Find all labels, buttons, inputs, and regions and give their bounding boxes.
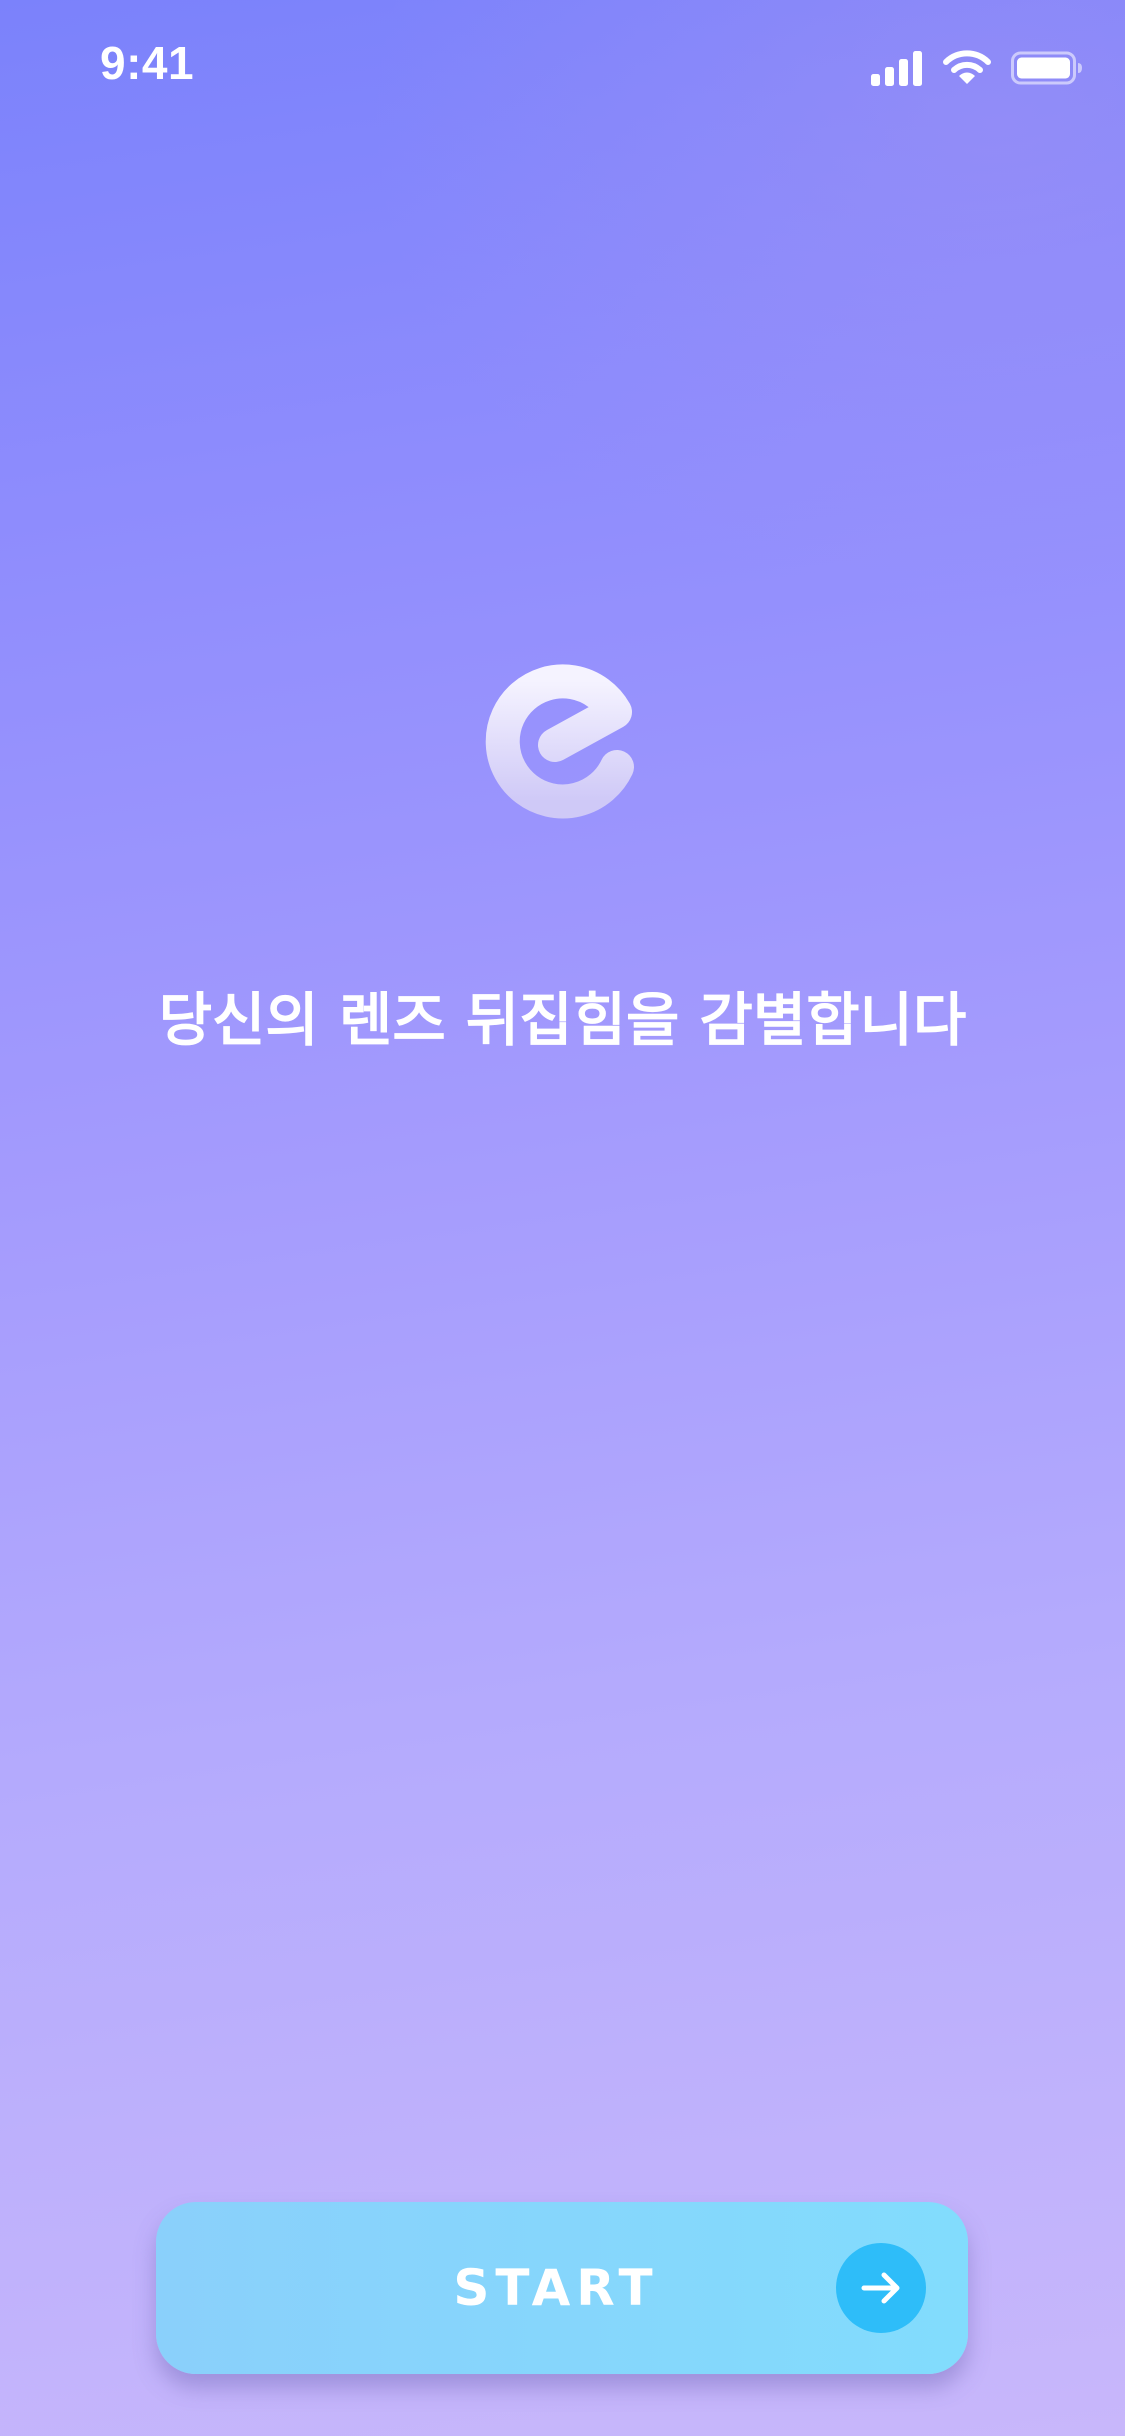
status-icons [871, 48, 1083, 88]
start-button[interactable]: START [156, 2202, 968, 2374]
app-logo [480, 650, 650, 820]
wifi-icon [943, 50, 991, 84]
status-bar: 9:41 [0, 0, 1125, 132]
headline: 당신의 렌즈 뒤집힘을 감별합니다 [158, 986, 967, 1054]
arrow-right-icon [861, 2272, 900, 2304]
arrow-right-circle[interactable] [836, 2243, 926, 2333]
e-logo-icon [485, 664, 634, 819]
signal-icon [871, 51, 922, 86]
splash-screen: 9:41 당신의 렌즈 뒤집힘을 감별합니다 START [0, 0, 1125, 2436]
battery-icon [1011, 51, 1082, 85]
status-time: 9:41 [100, 37, 195, 89]
